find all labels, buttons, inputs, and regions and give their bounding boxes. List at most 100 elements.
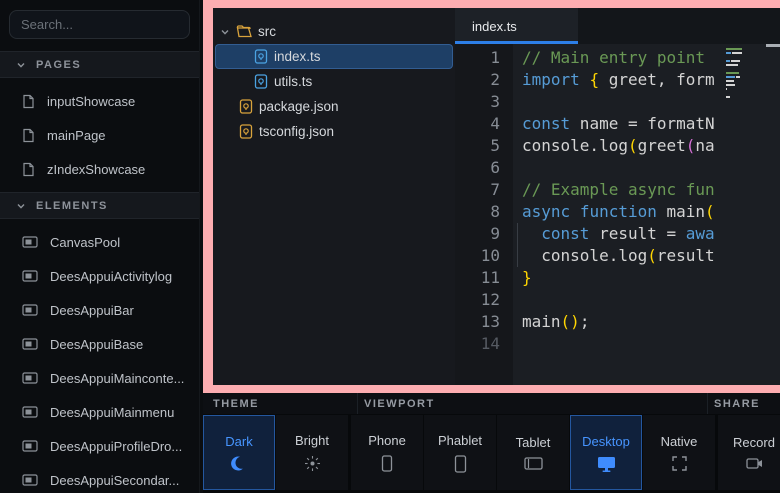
sidebar-item-canvaspool[interactable]: CanvasPool — [0, 225, 199, 259]
sidebar-item-label: zIndexShowcase — [47, 162, 145, 177]
tree-item-tsconfig-json[interactable]: tsconfig.json — [215, 119, 453, 144]
code-line: // Example async fun — [522, 179, 726, 201]
toolbar-group-label-viewport: VIEWPORT — [364, 398, 435, 410]
scrollbar-thumb[interactable] — [766, 44, 780, 47]
sidebar-item-deesappuisecondar-[interactable]: DeesAppuiSecondar... — [0, 463, 199, 493]
section-header-elements[interactable]: ELEMENTS — [0, 192, 199, 219]
code-token: main — [657, 202, 705, 221]
sidebar-item-label: CanvasPool — [50, 235, 120, 250]
tree-item-package-json[interactable]: package.json — [215, 94, 453, 119]
line-number: 14 — [455, 333, 500, 355]
toolbar-headers: THEMEVIEWPORTSHARE — [203, 393, 780, 415]
minimap-row — [726, 80, 750, 82]
toolbar-buttons: Dark Bright PhonePhabletTabletDesktopNativ… — [203, 415, 780, 493]
tab-index-ts[interactable]: index.ts — [455, 8, 578, 44]
sidebar-item-label: DeesAppuiProfileDro... — [50, 439, 182, 454]
indent-guide — [517, 245, 518, 267]
minimap-bar — [726, 52, 731, 54]
record-icon — [746, 457, 763, 470]
sidebar-item-mainpage[interactable]: mainPage — [0, 118, 199, 152]
minimap-bar — [726, 84, 735, 86]
minimap-bar — [726, 88, 727, 90]
code-token: ) — [570, 312, 580, 331]
sidebar-item-deesappuibase[interactable]: DeesAppuiBase — [0, 327, 199, 361]
code-area[interactable]: 1234567891011121314 // Main entry pointi… — [455, 44, 780, 385]
line-number: 9 — [455, 223, 500, 245]
phablet-button[interactable]: Phablet — [424, 415, 496, 490]
sidebar-item-deesappuibar[interactable]: DeesAppuiBar — [0, 293, 199, 327]
minimap-bar — [726, 64, 738, 66]
record-button[interactable]: Record — [718, 415, 780, 490]
bright-button[interactable]: Bright — [276, 415, 348, 490]
tree-item-index-ts[interactable]: index.ts — [215, 44, 453, 69]
phone-button[interactable]: Phone — [351, 415, 423, 490]
sidebar-item-zindexshowcase[interactable]: zIndexShowcase — [0, 152, 199, 186]
toolbar-group-label-theme: THEME — [213, 398, 259, 410]
code-line: const name = formatN — [522, 113, 726, 135]
line-number: 3 — [455, 91, 500, 113]
code-line: const result = awa — [522, 223, 726, 245]
button-label: Dark — [225, 434, 252, 449]
section-header-pages[interactable]: PAGES — [0, 51, 199, 78]
code-line: console.log(result — [522, 245, 726, 267]
code-token: // Main entry point — [522, 48, 705, 67]
code-token: awa — [686, 224, 715, 243]
code-line — [522, 91, 726, 113]
element-icon — [22, 304, 38, 316]
desktop-button[interactable]: Desktop — [570, 415, 642, 490]
minimap-bar — [726, 76, 735, 78]
tree-item-label: tsconfig.json — [259, 124, 334, 139]
minimap-row — [726, 88, 750, 90]
minimap[interactable] — [726, 48, 750, 100]
element-icon — [22, 372, 38, 384]
code-token: console.log — [522, 136, 628, 155]
tree-item-src[interactable]: src — [215, 19, 453, 44]
tree-item-label: src — [258, 24, 276, 39]
line-number: 10 — [455, 245, 500, 267]
code-token: ( — [686, 136, 696, 155]
minimap-row — [726, 96, 750, 98]
line-number: 4 — [455, 113, 500, 135]
tree-item-label: package.json — [259, 99, 339, 114]
sidebar-item-deesappuiactivitylog[interactable]: DeesAppuiActivitylog — [0, 259, 199, 293]
sidebar-item-inputshowcase[interactable]: inputShowcase — [0, 84, 199, 118]
minimap-row — [726, 72, 750, 74]
properties-toolbar: THEMEVIEWPORTSHARE DarkBrightPhonePhable… — [200, 393, 780, 493]
editor: index.ts 1234567891011121314 // Main ent… — [455, 8, 780, 385]
tree-item-label: utils.ts — [274, 74, 312, 89]
button-label: Bright — [295, 433, 329, 448]
tablet-button[interactable]: Tablet — [497, 415, 569, 490]
code-line: // Main entry point — [522, 47, 726, 69]
element-icon — [22, 406, 38, 418]
phone-icon — [381, 455, 393, 472]
code-token: async — [522, 202, 570, 221]
minimap-row — [726, 48, 750, 50]
sidebar-item-label: DeesAppuiMainconte... — [50, 371, 184, 386]
button-label: Record — [733, 435, 775, 450]
minimap-row — [726, 56, 750, 58]
code-line: async function main( — [522, 201, 726, 223]
dark-button[interactable]: Dark — [203, 415, 275, 490]
code-token: na — [695, 136, 714, 155]
sidebar-item-deesappuimainmenu[interactable]: DeesAppuiMainmenu — [0, 395, 199, 429]
code-token — [580, 70, 590, 89]
tab-label: index.ts — [472, 19, 517, 34]
native-button[interactable]: Native — [643, 415, 715, 490]
tree-item-utils-ts[interactable]: utils.ts — [215, 69, 453, 94]
line-number: 7 — [455, 179, 500, 201]
code-token: const — [541, 224, 589, 243]
element-icon — [22, 440, 38, 452]
code-line — [522, 157, 726, 179]
code-token: result — [657, 246, 715, 265]
section-label: PAGES — [36, 59, 81, 71]
sidebar-item-deesappuimainconte-[interactable]: DeesAppuiMainconte... — [0, 361, 199, 395]
tablet-icon — [524, 457, 543, 470]
minimap-row — [726, 60, 750, 62]
sidebar-item-label: DeesAppuiSecondar... — [50, 473, 179, 488]
code-token: ( — [561, 312, 571, 331]
code-token: greet, form — [599, 70, 715, 89]
code-editor-demo: src index.ts utils.ts package.json tsconfig.… — [213, 8, 780, 385]
search-input[interactable] — [9, 10, 190, 39]
line-number: 8 — [455, 201, 500, 223]
sidebar-item-deesappuiprofiledro-[interactable]: DeesAppuiProfileDro... — [0, 429, 199, 463]
